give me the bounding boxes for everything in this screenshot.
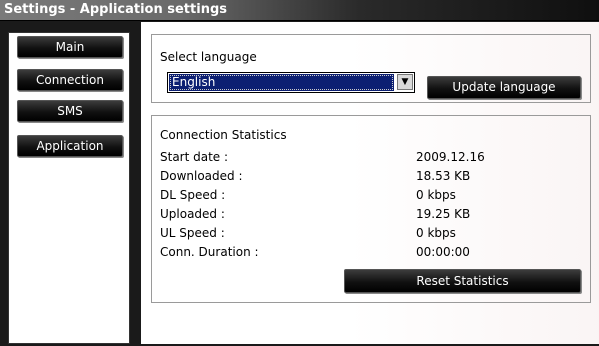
stat-label-start-date: Start date : (160, 150, 229, 164)
update-language-button[interactable]: Update language (427, 76, 581, 99)
connection-statistics-panel: Connection Statistics Start date : 2009.… (151, 115, 591, 303)
window-title: Settings - Application settings (4, 2, 227, 17)
stat-label-downloaded: Downloaded : (160, 169, 243, 183)
stat-label-conn-duration: Conn. Duration : (160, 245, 259, 259)
stat-value-downloaded: 18.53 KB (416, 169, 471, 183)
sidebar-item-connection[interactable]: Connection (17, 69, 123, 91)
reset-statistics-button[interactable]: Reset Statistics (344, 269, 581, 293)
stat-value-start-date: 2009.12.16 (416, 150, 485, 164)
stat-value-uploaded: 19.25 KB (416, 207, 471, 221)
stat-value-ul-speed: 0 kbps (416, 226, 456, 240)
language-panel: Select language English ▼ Update languag… (151, 34, 591, 103)
stat-label-ul-speed: UL Speed : (160, 226, 225, 240)
stat-label-uploaded: Uploaded : (160, 207, 225, 221)
sidebar-item-main[interactable]: Main (17, 36, 123, 58)
select-language-label: Select language (160, 50, 257, 64)
main-content: Select language English ▼ Update languag… (141, 22, 599, 344)
sidebar-item-application[interactable]: Application (17, 135, 123, 157)
sidebar-item-sms[interactable]: SMS (17, 100, 123, 122)
stat-label-dl-speed: DL Speed : (160, 188, 226, 202)
chevron-down-icon[interactable]: ▼ (397, 74, 413, 90)
stat-value-dl-speed: 0 kbps (416, 188, 456, 202)
window-titlebar: Settings - Application settings (0, 0, 599, 21)
language-select[interactable]: English ▼ (167, 72, 415, 93)
connection-statistics-title: Connection Statistics (160, 128, 287, 142)
sidebar: Main Connection SMS Application (8, 32, 130, 344)
language-select-value: English (169, 74, 394, 91)
stat-value-conn-duration: 00:00:00 (416, 245, 470, 259)
